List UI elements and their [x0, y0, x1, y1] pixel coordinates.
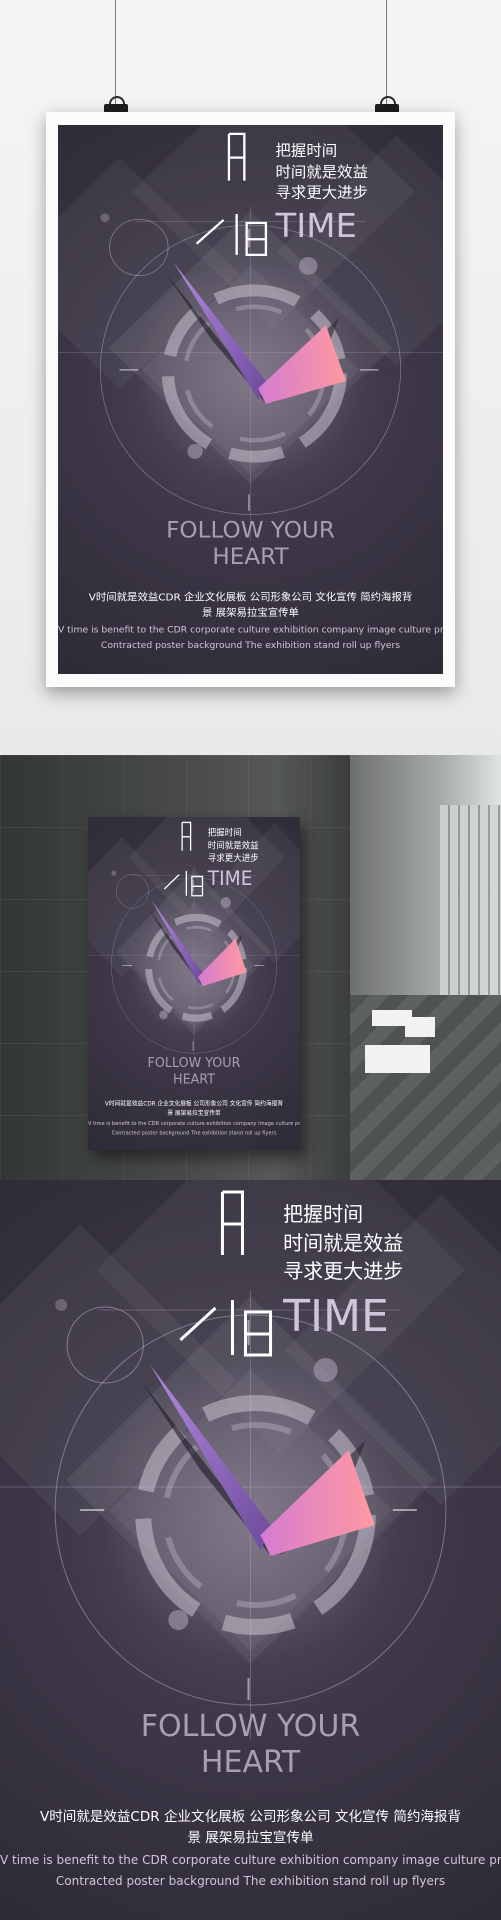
hanging-wire-right [386, 0, 387, 105]
decor-dot [187, 444, 203, 459]
poster-background: 时 间 把握时间 时间就是效益 寻求更大进步 TIME FOLLOW YOUR … [58, 125, 443, 674]
follow-line-1: FOLLOW YOUR [166, 517, 335, 544]
time-label: TIME [283, 1291, 389, 1342]
time-label: TIME [207, 866, 253, 890]
tagline-line-3: 寻求更大进步 [207, 852, 259, 864]
decor-dot [159, 1010, 168, 1020]
follow-line-2: HEART [212, 543, 289, 570]
cn-description-line-1: V时间就是效益CDR 企业文化展板 公司形象公司 文化宣传 简约海报背 [104, 1100, 284, 1108]
decor-dot [299, 257, 318, 275]
decor-dot [313, 1358, 338, 1382]
follow-line-1: FOLLOW YOUR [147, 1055, 241, 1071]
follow-line-2: HEART [200, 1744, 301, 1780]
poster-background: 时 间 把握时间 时间就是效益 寻求更大进步 TIME FOLLOW YOUR … [0, 1180, 501, 1920]
tagline-line-3: 寻求更大进步 [275, 183, 368, 202]
cn-description-line-1: V时间就是效益CDR 企业文化展板 公司形象公司 文化宣传 简约海报背 [40, 1809, 461, 1826]
poster-full-view: 时 间 把握时间 时间就是效益 寻求更大进步 TIME FOLLOW YOUR … [0, 1180, 501, 1920]
cn-description-line-2: 景 展架易拉宝宣传单 [167, 1109, 221, 1117]
tagline-line-2: 时间就是效益 [275, 162, 368, 181]
decor-dot [168, 1610, 189, 1630]
bench-2 [365, 1045, 430, 1073]
en-description-line-1: V time is benefit to the CDR corporate c… [88, 1119, 300, 1126]
en-description-line-1: V time is benefit to the CDR corporate c… [58, 624, 443, 635]
tagline-line-1: 把握时间 [207, 826, 242, 838]
tagline-line-1: 把握时间 [275, 141, 338, 159]
en-description-line-2: Contracted poster background The exhibit… [100, 639, 401, 651]
decor-dot [100, 213, 110, 223]
cn-description-line-1: V时间就是效益CDR 企业文化展板 公司形象公司 文化宣传 简约海报背 [88, 591, 413, 604]
follow-line-2: HEART [173, 1071, 215, 1087]
en-description-line-2: Contracted poster background The exhibit… [55, 1874, 446, 1889]
cn-description-line-2: 景 展架易拉宝宣传单 [202, 607, 299, 620]
follow-line-1: FOLLOW YOUR [140, 1709, 361, 1745]
tagline-line-2: 时间就是效益 [283, 1230, 404, 1255]
tagline-line-1: 把握时间 [283, 1201, 364, 1226]
mockup-page: 时 间 把握时间 时间就是效益 寻求更大进步 TIME FOLLOW YOUR … [0, 0, 501, 1920]
bench-3 [405, 1017, 435, 1037]
time-label: TIME [275, 207, 357, 246]
tagline-line-2: 时间就是效益 [207, 839, 259, 851]
cn-description-line-2: 景 展架易拉宝宣传单 [187, 1830, 314, 1847]
en-description-line-1: V time is benefit to the CDR corporate c… [0, 1852, 501, 1867]
poster-background: 时 间 把握时间 时间就是效益 寻求更大进步 TIME FOLLOW YOUR … [88, 817, 300, 1150]
poster-on-wall: 时 间 把握时间 时间就是效益 寻求更大进步 TIME FOLLOW YOUR … [88, 817, 300, 1150]
decor-dot [220, 897, 231, 908]
poster-preview-small: 时 间 把握时间 时间就是效益 寻求更大进步 TIME FOLLOW YOUR … [58, 125, 443, 674]
corridor-window [440, 805, 501, 1025]
hanging-wire-left [115, 0, 116, 105]
decor-dot [111, 870, 117, 876]
en-description-line-2: Contracted poster background The exhibit… [111, 1129, 277, 1136]
decor-dot [55, 1299, 68, 1311]
tagline-line-3: 寻求更大进步 [283, 1259, 404, 1284]
